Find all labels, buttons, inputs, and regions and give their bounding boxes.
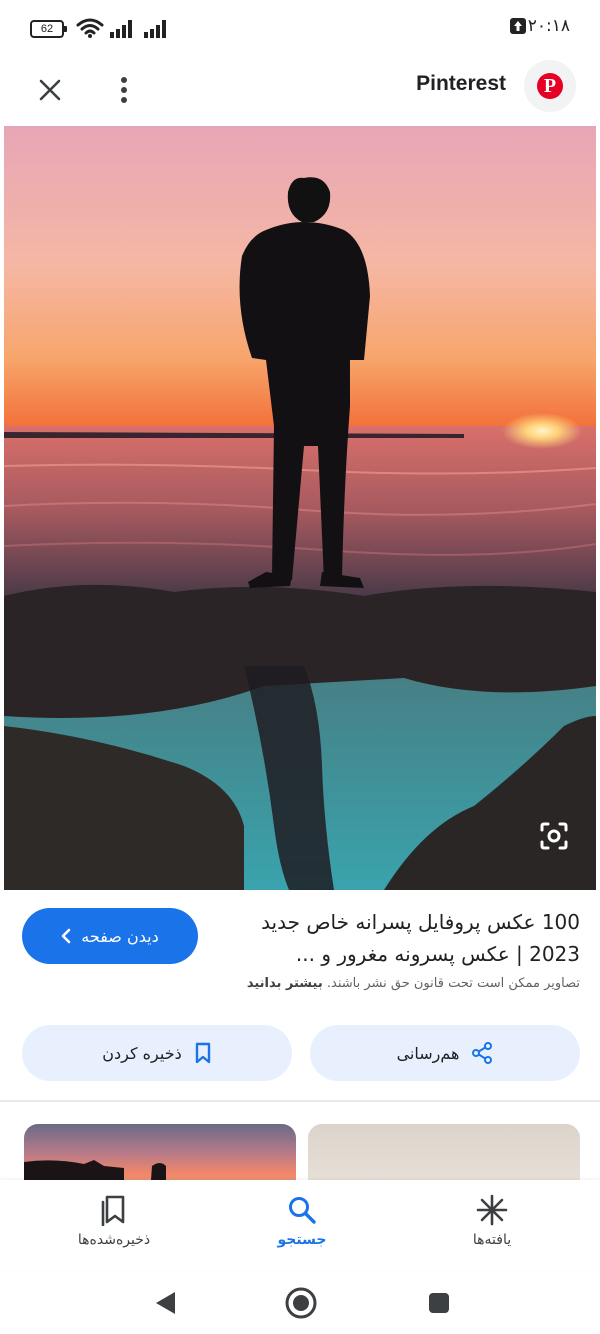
battery-icon: 62	[30, 20, 67, 38]
lens-icon[interactable]	[538, 820, 570, 852]
copyright-notice: تصاویر ممکن است تحت قانون حق نشر باشند. …	[160, 976, 580, 991]
nav-item-finds[interactable]: یافته‌ها	[412, 1192, 572, 1248]
sunset-silhouette-photo	[4, 126, 596, 890]
nav-item-search[interactable]: جستجو	[222, 1192, 382, 1248]
save-button[interactable]: ذخیره کردن	[22, 1025, 292, 1081]
bookmarks-icon	[101, 1195, 125, 1226]
recents-button[interactable]	[422, 1286, 456, 1320]
chevron-left-icon	[61, 928, 71, 944]
asterisk-icon	[476, 1194, 508, 1226]
learn-more-link[interactable]: بیشتر بدانید	[247, 976, 323, 991]
divider	[0, 1100, 600, 1102]
upload-notification-icon	[510, 18, 526, 34]
search-icon	[289, 1197, 316, 1224]
viewer-header: Pinterest P	[0, 56, 600, 122]
copyright-text: تصاویر ممکن است تحت قانون حق نشر باشند.	[326, 976, 580, 991]
nav-label: جستجو	[277, 1232, 327, 1248]
more-vert-icon	[121, 77, 127, 103]
status-bar: 62 ۲۰:۱۸	[0, 0, 600, 56]
back-triangle-icon	[156, 1292, 175, 1314]
signal-icon	[110, 20, 132, 38]
more-options-button[interactable]	[104, 70, 144, 110]
visit-page-label: دیدن صفحه	[81, 926, 159, 946]
battery-level: 62	[40, 23, 54, 35]
source-name[interactable]: Pinterest	[416, 72, 506, 96]
wifi-icon	[76, 18, 104, 38]
signal-icon	[144, 20, 166, 38]
status-time: ۲۰:۱۸	[527, 16, 570, 36]
system-navigation-bar	[0, 1272, 600, 1334]
nav-label: ذخیره‌شده‌ها	[77, 1232, 151, 1248]
nav-item-saved[interactable]: ذخیره‌شده‌ها	[34, 1192, 194, 1248]
close-button[interactable]	[30, 70, 70, 110]
recents-square-icon	[429, 1293, 449, 1313]
main-image[interactable]	[4, 126, 596, 890]
home-button[interactable]	[284, 1286, 318, 1320]
nav-label: یافته‌ها	[472, 1232, 512, 1248]
home-circle-icon	[285, 1287, 317, 1319]
bottom-navigation: یافته‌ها جستجو ذخیره‌شده‌ها	[0, 1180, 600, 1270]
share-icon	[472, 1042, 493, 1064]
bookmark-icon	[195, 1042, 210, 1064]
share-label: هم‌رسانی	[396, 1043, 460, 1063]
share-button[interactable]: هم‌رسانی	[310, 1025, 580, 1081]
result-title[interactable]: 100 عکس پروفایل پسرانه خاص جدید 2023 | ع…	[220, 906, 580, 970]
visit-page-button[interactable]: دیدن صفحه	[22, 908, 198, 964]
back-button[interactable]	[148, 1286, 182, 1320]
save-label: ذخیره کردن	[102, 1043, 182, 1063]
source-logo[interactable]: P	[524, 60, 576, 112]
pinterest-logo-icon: P	[537, 73, 563, 99]
close-icon	[39, 79, 61, 101]
